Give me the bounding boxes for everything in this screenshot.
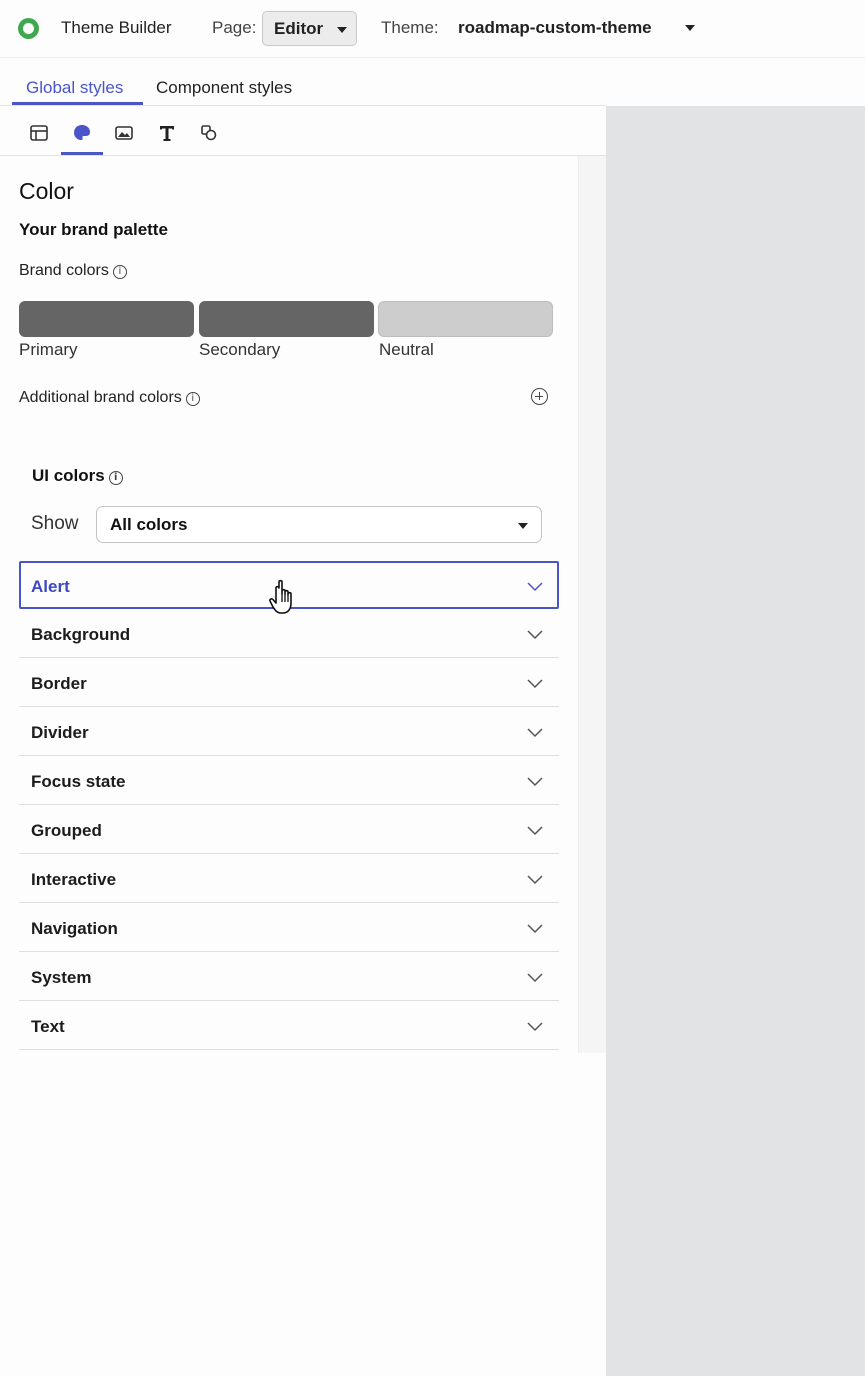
style-tabs: Global styles Component styles	[0, 58, 606, 106]
chevron-down-icon[interactable]	[525, 673, 545, 693]
page-label: Page:	[212, 18, 257, 37]
accordion-row-grouped[interactable]: Grouped	[19, 805, 559, 854]
preview-canvas	[606, 106, 865, 1376]
accordion-label: Grouped	[31, 821, 102, 840]
accordion-label: System	[31, 968, 92, 987]
accordion-row-divider[interactable]: Divider	[19, 707, 559, 756]
neutral-swatch-label: Neutral	[379, 340, 434, 359]
primary-swatch-label: Primary	[19, 340, 78, 359]
brand-colors-label: Brand colors i	[19, 262, 127, 280]
ui-colors-text: UI colors	[32, 466, 105, 485]
primary-color-swatch[interactable]	[19, 301, 194, 337]
app-title: Theme Builder	[61, 18, 172, 37]
hand-cursor-icon	[269, 579, 292, 614]
caret-down-icon	[518, 523, 528, 529]
chevron-down-icon[interactable]	[525, 1016, 545, 1036]
caret-down-icon	[337, 27, 347, 33]
panel-scrollbar-track[interactable]	[578, 156, 606, 1053]
brand-colors-text: Brand colors	[19, 262, 109, 279]
additional-brand-colors-label: Additional brand colors i	[19, 389, 200, 407]
active-icon-indicator	[61, 152, 103, 155]
accordion-label: Focus state	[31, 772, 126, 791]
accordion-label: Navigation	[31, 919, 118, 938]
typography-icon[interactable]	[156, 122, 178, 144]
theme-select[interactable]: roadmap-custom-theme	[458, 18, 652, 38]
secondary-swatch-label: Secondary	[199, 340, 281, 359]
chevron-down-icon[interactable]	[525, 576, 545, 596]
accordion-label: Alert	[31, 577, 70, 596]
accordion-row-text[interactable]: Text	[19, 1001, 559, 1050]
info-icon[interactable]: i	[185, 392, 200, 406]
theme-builder-logo-icon	[18, 18, 39, 39]
layout-icon[interactable]	[28, 122, 50, 144]
active-tab-indicator	[12, 102, 143, 105]
secondary-color-swatch[interactable]	[199, 301, 374, 337]
additional-brand-colors-text: Additional brand colors	[19, 389, 182, 406]
accordion-label: Background	[31, 625, 131, 644]
image-icon[interactable]	[113, 122, 135, 144]
shapes-icon[interactable]	[198, 122, 220, 144]
chevron-down-icon[interactable]	[525, 820, 545, 840]
chevron-down-icon[interactable]	[525, 918, 545, 938]
palette-icon[interactable]	[71, 122, 93, 144]
section-title: Color	[19, 178, 74, 204]
accordion-label: Divider	[31, 723, 89, 742]
add-brand-color-plus-icon[interactable]	[531, 388, 548, 405]
show-colors-value: All colors	[110, 515, 188, 534]
page-select[interactable]: Editor	[262, 11, 357, 46]
accordion-row-border[interactable]: Border	[19, 658, 559, 707]
show-label: Show	[31, 513, 79, 534]
chevron-down-icon[interactable]	[525, 624, 545, 644]
accordion-row-focus-state[interactable]: Focus state	[19, 756, 559, 805]
page-select-value: Editor	[274, 19, 324, 38]
top-bar: Theme Builder Page: Editor Theme: roadma…	[0, 0, 865, 58]
global-style-icon-bar	[0, 106, 606, 156]
accordion-row-navigation[interactable]: Navigation	[19, 903, 559, 952]
info-icon[interactable]: i	[108, 471, 123, 485]
show-colors-select[interactable]: All colors	[96, 506, 542, 543]
accordion-row-system[interactable]: System	[19, 952, 559, 1001]
chevron-down-icon[interactable]	[525, 967, 545, 987]
theme-label: Theme:	[381, 18, 439, 37]
chevron-down-icon[interactable]	[525, 722, 545, 742]
tab-global-styles[interactable]: Global styles	[26, 78, 123, 98]
accordion-label: Text	[31, 1017, 65, 1036]
chevron-down-icon[interactable]	[525, 771, 545, 791]
accordion-label: Border	[31, 674, 87, 693]
ui-color-category-list: Alert Background Border Divider Focus state G…	[19, 561, 559, 1050]
theme-caret-down-icon[interactable]	[685, 25, 695, 31]
tab-component-styles[interactable]: Component styles	[156, 78, 292, 98]
chevron-down-icon[interactable]	[525, 869, 545, 889]
accordion-label: Interactive	[31, 870, 117, 889]
ui-colors-title: UI colors i	[32, 466, 123, 486]
accordion-row-interactive[interactable]: Interactive	[19, 854, 559, 903]
neutral-color-swatch[interactable]	[378, 301, 553, 337]
brand-palette-title: Your brand palette	[19, 220, 168, 239]
info-icon[interactable]: i	[112, 265, 127, 279]
